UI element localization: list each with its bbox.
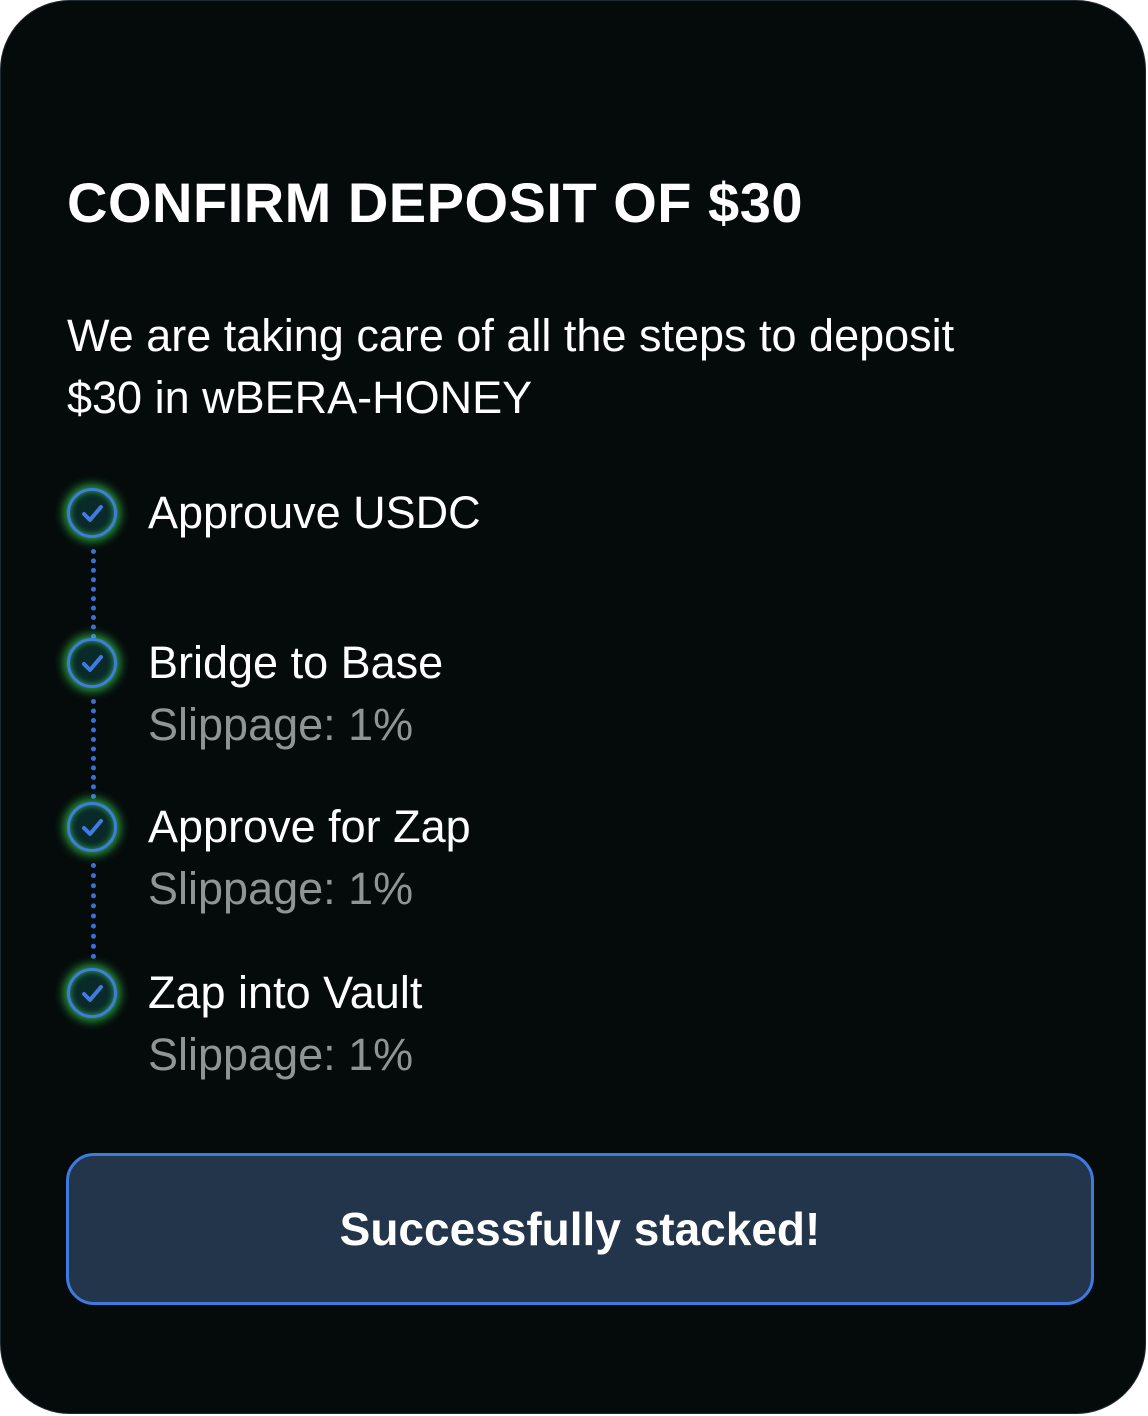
step-list: Approuve USDC Bridge to Base Slippage: 1… [67,481,967,1101]
check-circle-icon [67,488,117,538]
step-detail: Slippage: 1% [148,1029,414,1080]
deposit-confirmation-card: CONFIRM DEPOSIT OF $30 We are taking car… [0,0,1146,1414]
dialog-subtitle: We are taking care of all the steps to d… [67,305,1027,429]
success-status-button[interactable]: Successfully stacked! [66,1153,1094,1305]
subtitle-line-2: $30 in wBERA-HONEY [67,372,533,423]
button-label: Successfully stacked! [339,1203,821,1255]
step-detail: Slippage: 1% [148,699,414,750]
step-label: Approve for Zap [148,801,471,852]
step-connector [91,863,96,959]
step-connector [91,699,96,799]
step-connector [91,549,96,639]
step-label: Bridge to Base [148,637,444,688]
check-circle-icon [67,638,117,688]
check-circle-icon [67,802,117,852]
subtitle-line-1: We are taking care of all the steps to d… [67,310,955,361]
check-circle-icon [67,968,117,1018]
step-detail: Slippage: 1% [148,863,414,914]
dialog-title: CONFIRM DEPOSIT OF $30 [67,171,803,234]
step-label: Approuve USDC [148,487,481,538]
step-label: Zap into Vault [148,967,423,1018]
